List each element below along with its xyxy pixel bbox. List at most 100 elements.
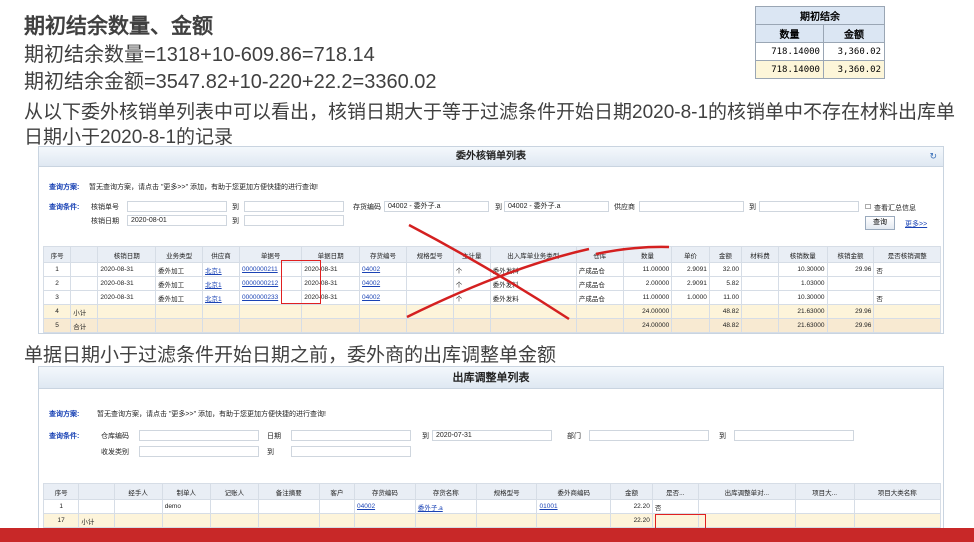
cell-link[interactable]: 01001 (539, 503, 557, 510)
column-header[interactable] (78, 483, 115, 500)
recv-type-input[interactable] (139, 446, 259, 457)
column-header[interactable]: 金额 (610, 483, 653, 500)
dept-input[interactable] (589, 430, 709, 441)
cell-text: demo (164, 503, 181, 510)
column-header[interactable]: 材料费 (740, 246, 780, 263)
query-scheme-label: 查询方案: (49, 411, 80, 418)
cell-text: 2.9091 (686, 280, 707, 287)
vendor-input[interactable] (639, 201, 744, 212)
table-cell: 1 (42, 499, 80, 514)
column-header[interactable]: 核销数量 (778, 246, 828, 263)
date-from-input[interactable]: 2020-08-01 (127, 215, 227, 226)
column-header[interactable]: 制单人 (161, 483, 211, 500)
slide-heading: 期初结余数量、金额 (24, 15, 213, 38)
cell-link[interactable]: 0000000233 (242, 294, 278, 301)
column-header[interactable]: 项目大... (794, 483, 855, 500)
opening-balance-table: 期初结余 数量 金额 718.14000 3,360.02 718.14000 3,3… (755, 6, 886, 79)
summary-checkbox[interactable]: ☐ (865, 203, 871, 211)
cell-link[interactable]: 04002 (362, 266, 380, 273)
cell-link[interactable]: 04002 (362, 280, 380, 287)
refresh-icon[interactable]: ↻ (929, 151, 937, 162)
column-header[interactable] (70, 246, 99, 263)
cell-text: 委外加工 (158, 267, 185, 275)
cell-link[interactable]: 北京1 (205, 282, 222, 289)
cell-link[interactable]: 北京1 (205, 268, 222, 275)
vendor-to-input[interactable] (759, 201, 859, 212)
billno-input[interactable] (127, 201, 227, 212)
table-cell (671, 318, 710, 333)
date-label: 核销日期 (91, 218, 119, 225)
cell-link[interactable]: 北京1 (205, 296, 222, 303)
column-header[interactable]: 是否核销调整 (873, 246, 941, 263)
cell-link[interactable]: 04002 (357, 503, 375, 510)
date-to-input[interactable] (244, 215, 344, 226)
column-header[interactable]: 核销日期 (97, 246, 157, 263)
cell-link[interactable]: 0000000212 (242, 280, 278, 287)
column-header[interactable]: 存货名称 (414, 483, 477, 500)
query-button[interactable]: 查询 (865, 216, 895, 230)
cell-text: 10.30000 (797, 294, 825, 301)
to-label: 到 (422, 433, 429, 440)
column-header[interactable]: 供应商 (202, 246, 241, 263)
table-cell (414, 513, 477, 528)
table-cell: 2.9091 (671, 262, 710, 277)
to-label: 到 (232, 218, 239, 225)
table-cell (740, 262, 780, 277)
table-cell (209, 499, 259, 514)
column-header[interactable]: 出库调整单对... (697, 483, 796, 500)
query-cond-label: 查询条件: (49, 433, 80, 440)
more-link[interactable]: 更多>> (905, 219, 927, 229)
date-to-input[interactable]: 2020-07-31 (432, 430, 552, 441)
table-cell (70, 262, 99, 277)
dept-to-input[interactable] (734, 430, 854, 441)
column-header[interactable]: 规格型号 (475, 483, 538, 500)
cell-text: 29.96 (855, 308, 872, 315)
cell-link[interactable]: 0000000211 (242, 266, 278, 273)
table-cell: 2020-08-31 (97, 290, 157, 305)
cell-link[interactable]: 04002 (362, 294, 380, 301)
column-header[interactable]: 序号 (42, 483, 80, 500)
column-header[interactable]: 金额 (708, 246, 742, 263)
table-cell (826, 276, 875, 291)
column-header[interactable]: 存货编码 (354, 483, 416, 500)
table-cell: 04002 (354, 499, 416, 514)
column-header[interactable]: 记账人 (209, 483, 259, 500)
vendor-label: 供应商 (614, 204, 635, 211)
column-header[interactable]: 单价 (671, 246, 710, 263)
column-header[interactable]: 经手人 (113, 483, 163, 500)
table-row[interactable]: 1 demo 04002 委外子.a 01001 22.20 否 (42, 499, 941, 514)
table-row[interactable]: 17 小计 22.20 (42, 513, 941, 528)
column-header[interactable]: 项目大类名称 (853, 483, 941, 500)
column-header[interactable]: 序号 (42, 246, 72, 263)
column-header[interactable]: 客户 (318, 483, 356, 500)
table-cell (873, 318, 941, 333)
quantity-formula: 期初结余数量=1318+10-609.86=718.14 (24, 44, 375, 66)
summary-cell: 3,360.02 (822, 60, 886, 79)
cell-text: 10.30000 (797, 266, 825, 273)
billno-to-input[interactable] (244, 201, 344, 212)
column-header[interactable]: 备注摘要 (257, 483, 320, 500)
table-cell: 29.96 (826, 304, 875, 319)
warehouse-input[interactable] (139, 430, 259, 441)
table-cell (70, 290, 99, 305)
annotation-stroke (595, 245, 670, 256)
column-header[interactable]: 核销金额 (826, 246, 875, 263)
date-from-input[interactable] (291, 430, 411, 441)
summary-cell: 718.14000 (755, 42, 824, 61)
cell-text: 2.00000 (645, 280, 670, 287)
table-cell (202, 304, 241, 319)
table-cell: 21.63000 (778, 304, 828, 319)
summary-cell: 718.14000 (755, 60, 824, 79)
column-header[interactable]: 是否... (651, 483, 699, 500)
column-header[interactable]: 委外商编码 (536, 483, 612, 500)
recv-type-to-input[interactable] (291, 446, 411, 457)
cell-text: 1.0000 (686, 294, 707, 301)
cell-text: 2.9091 (686, 266, 707, 273)
table-cell (257, 513, 320, 528)
cell-link[interactable]: 委外子.a (418, 505, 443, 512)
cell-text: 11.00 (723, 294, 739, 301)
cell-text: 否 (654, 504, 662, 512)
column-header[interactable]: 业务类型 (155, 246, 204, 263)
cell-text: 2020-08-31 (100, 294, 134, 301)
cell-text: 小计 (81, 518, 95, 526)
